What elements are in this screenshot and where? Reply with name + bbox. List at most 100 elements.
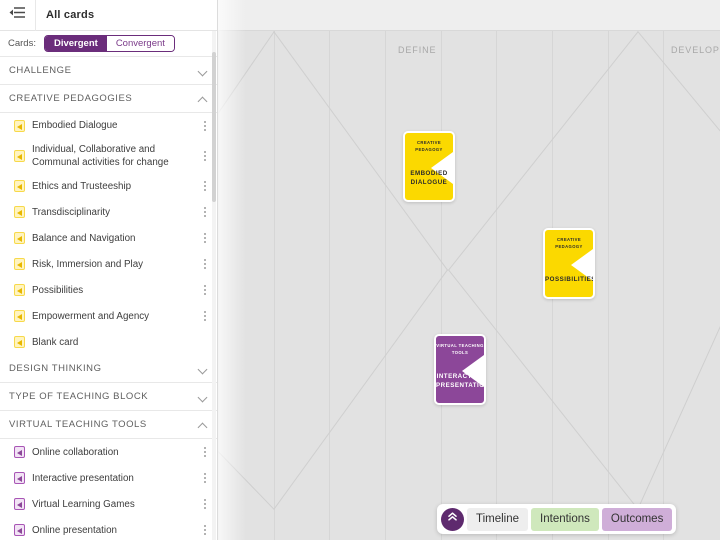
- canvas-top-band: [218, 0, 720, 31]
- card-list-item-label: Ethics and Trusteeship: [32, 180, 132, 192]
- card-list-item[interactable]: Embodied Dialogue: [0, 113, 217, 139]
- sidebar-section-title: VIRTUAL TEACHING TOOLS: [9, 419, 147, 431]
- card-list-item[interactable]: Interactive presentation: [0, 465, 217, 491]
- double-chevron-up-icon: [446, 510, 459, 528]
- phase-label: DEFINE: [398, 45, 437, 55]
- column-divider: [608, 31, 609, 540]
- column-divider: [385, 31, 386, 540]
- phase-label: DEVELOP: [671, 45, 720, 55]
- expand-panel-button[interactable]: [441, 507, 464, 531]
- toolbar-outcomes-button[interactable]: Outcomes: [601, 507, 673, 531]
- diamond-guide-line: [637, 31, 720, 201]
- more-options-icon[interactable]: [199, 205, 211, 219]
- card-thumbnail-icon: [14, 258, 25, 271]
- more-options-icon[interactable]: [199, 119, 211, 133]
- card-list-item-label: Transdisciplinarity: [32, 206, 111, 218]
- card-list-item-label: Virtual Learning Games: [32, 498, 135, 510]
- card-thumbnail-icon: [14, 472, 25, 485]
- toolbar-intentions-button[interactable]: Intentions: [531, 507, 599, 531]
- diamond-guide-line: [218, 389, 275, 510]
- card-list-item-label: Interactive presentation: [32, 472, 134, 484]
- card-list-item[interactable]: Possibilities: [0, 277, 217, 303]
- sidebar-sections: CHALLENGE CREATIVE PEDAGOGIES Embodied Dia…: [0, 57, 217, 540]
- card-list-item[interactable]: Online collaboration: [0, 439, 217, 465]
- chevron-down-icon: [198, 392, 208, 402]
- card-list-item[interactable]: Ethics and Trusteeship: [0, 173, 217, 199]
- board-canvas[interactable]: DEFINE DEVELOP CREATIVE PEDAGOGY EMBODIED …: [218, 0, 720, 540]
- card-thumbnail-icon: [14, 206, 25, 219]
- card-list-item[interactable]: Transdisciplinarity: [0, 199, 217, 225]
- sidebar-section-header[interactable]: CHALLENGE: [0, 57, 217, 85]
- sidebar-scrollbar-thumb[interactable]: [212, 52, 216, 202]
- card-list-item[interactable]: Risk, Immersion and Play: [0, 251, 217, 277]
- card-thumbnail-icon: [14, 232, 25, 245]
- card-thumbnail-icon: [14, 336, 25, 349]
- chevron-up-icon: [198, 420, 208, 430]
- card-title-label: INTERACTIVE PRESENTATION: [436, 372, 486, 390]
- card-thumbnail-icon: [14, 150, 25, 163]
- canvas-card[interactable]: VIRTUAL TEACHING TOOLS INTERACTIVE PRESEN…: [434, 334, 486, 405]
- diamond-guide-line: [637, 199, 720, 510]
- column-divider: [274, 31, 275, 540]
- more-options-icon[interactable]: [199, 497, 211, 511]
- column-divider: [663, 31, 664, 540]
- more-options-icon[interactable]: [199, 257, 211, 271]
- canvas-card[interactable]: CREATIVE PEDAGOGY POSSIBILITIES: [543, 228, 595, 299]
- sidebar-section-title: CREATIVE PEDAGOGIES: [9, 93, 133, 104]
- column-divider: [496, 31, 497, 540]
- card-list-item-label: Blank card: [32, 336, 79, 348]
- card-list-item[interactable]: Empowerment and Agency: [0, 303, 217, 329]
- sidebar-section-header[interactable]: VIRTUAL TEACHING TOOLS: [0, 411, 217, 440]
- card-thumbnail-icon: [14, 498, 25, 511]
- card-list-item[interactable]: Virtual Learning Games: [0, 491, 217, 517]
- column-divider: [218, 31, 219, 540]
- card-list-item-label: Online collaboration: [32, 446, 119, 458]
- card-list-item-label: Individual, Collaborative and Communal a…: [32, 144, 169, 169]
- card-list-item-label: Risk, Immersion and Play: [32, 258, 144, 270]
- chevron-up-icon: [198, 94, 208, 104]
- more-options-icon[interactable]: [199, 231, 211, 245]
- divergent-convergent-toggle: Divergent Convergent: [43, 35, 175, 52]
- card-thumbnail-icon: [14, 180, 25, 193]
- card-list-item-label: Balance and Navigation: [32, 232, 136, 244]
- sidebar-section-title: CHALLENGE: [9, 65, 72, 76]
- more-options-icon[interactable]: [199, 445, 211, 459]
- sidebar-section-header[interactable]: DESIGN THINKING: [0, 355, 217, 384]
- card-title-label: POSSIBILITIES: [545, 276, 595, 284]
- canvas-card[interactable]: CREATIVE PEDAGOGY EMBODIED DIALOGUE: [403, 131, 455, 202]
- canvas-left-fade: [218, 0, 246, 540]
- page-title: All cards: [46, 9, 95, 21]
- card-list-item-label: Empowerment and Agency: [32, 310, 150, 322]
- card-thumbnail-icon: [14, 310, 25, 323]
- card-list-item[interactable]: Balance and Navigation: [0, 225, 217, 251]
- cards-filter-row: Cards: Divergent Convergent: [0, 31, 217, 57]
- sidebar-header: All cards: [0, 0, 217, 31]
- card-thumbnail-icon: [14, 120, 25, 132]
- more-options-icon[interactable]: [199, 309, 211, 323]
- sidebar-section-header[interactable]: TYPE OF TEACHING BLOCK: [0, 383, 217, 412]
- chevron-down-icon: [198, 364, 208, 374]
- card-thumbnail-icon: [14, 446, 25, 459]
- card-list-item[interactable]: Blank card: [0, 329, 217, 355]
- more-options-icon[interactable]: [199, 179, 211, 193]
- toolbar-timeline-button[interactable]: Timeline: [467, 507, 529, 531]
- more-options-icon[interactable]: [199, 523, 211, 537]
- diamond-guide-line: [218, 31, 275, 201]
- sidebar-section-header[interactable]: CREATIVE PEDAGOGIES: [0, 85, 217, 113]
- card-list-item[interactable]: Individual, Collaborative and Communal a…: [0, 139, 217, 173]
- more-options-icon[interactable]: [199, 283, 211, 297]
- convergent-toggle-button[interactable]: Convergent: [106, 36, 174, 51]
- collapse-menu-button[interactable]: [0, 0, 36, 31]
- card-thumbnail-icon: [14, 284, 25, 297]
- chevron-down-icon: [198, 66, 208, 76]
- more-options-icon[interactable]: [199, 149, 211, 163]
- toolbar-button-group: Timeline Intentions Outcomes: [467, 507, 673, 531]
- divergent-toggle-button[interactable]: Divergent: [44, 36, 107, 51]
- collapse-menu-icon: [9, 6, 26, 24]
- cards-sidebar: All cards Cards: Divergent Convergent CH…: [0, 0, 218, 540]
- more-options-icon[interactable]: [199, 471, 211, 485]
- card-list-item-label: Online presentation: [32, 524, 117, 536]
- card-list-item-label: Embodied Dialogue: [32, 120, 118, 132]
- card-list-item[interactable]: Online presentation: [0, 517, 217, 540]
- app-root: DEFINE DEVELOP CREATIVE PEDAGOGY EMBODIED …: [0, 0, 720, 540]
